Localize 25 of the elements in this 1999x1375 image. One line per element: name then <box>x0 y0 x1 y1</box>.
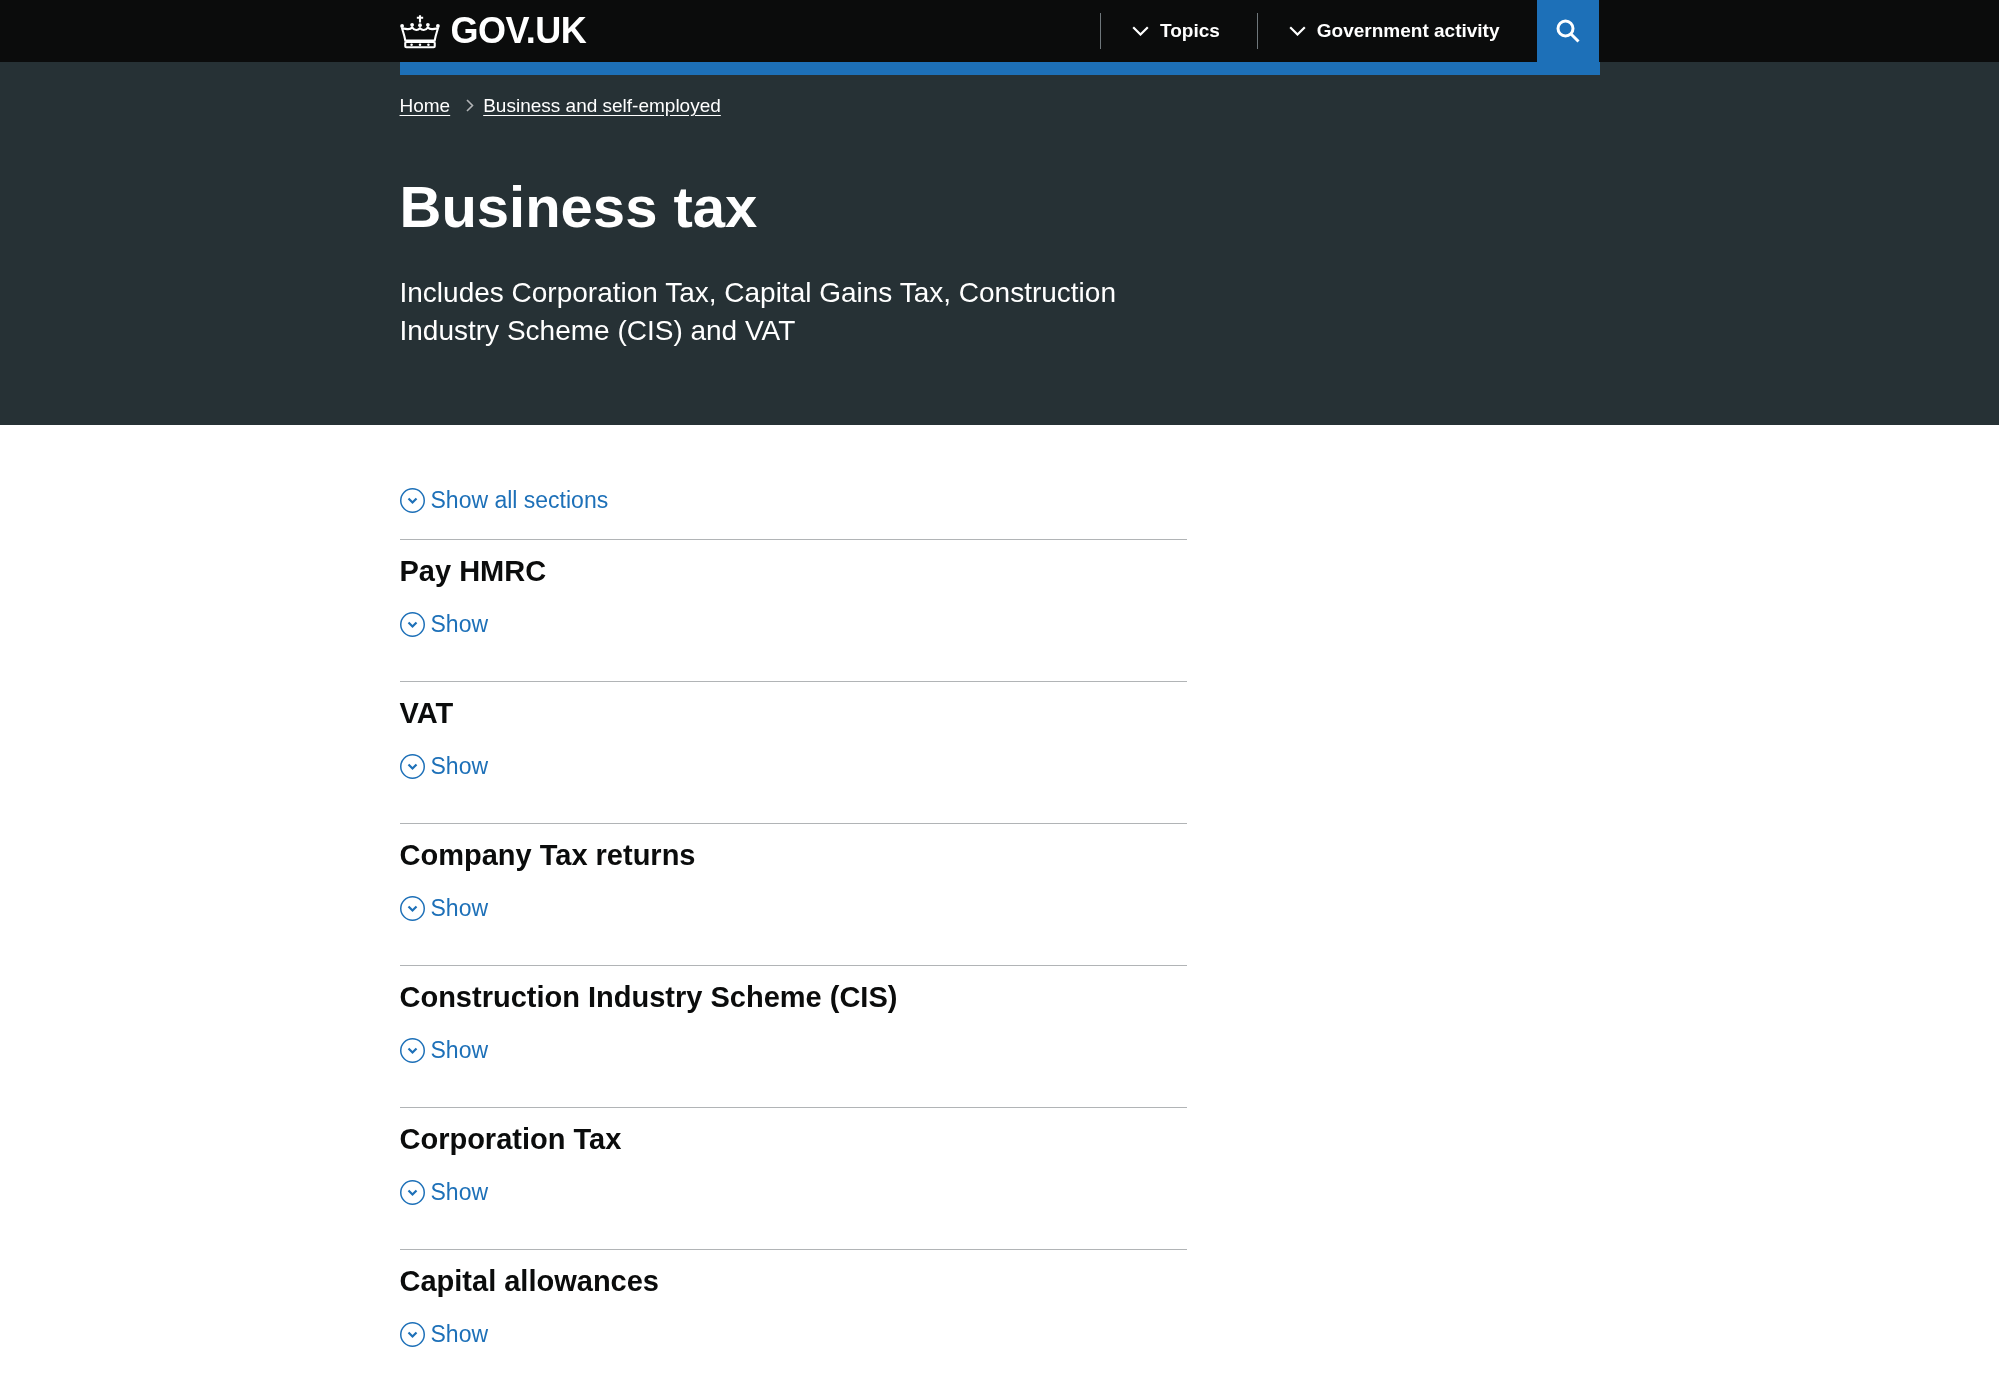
section-heading[interactable]: Construction Industry Scheme (CIS) <box>399 979 898 1015</box>
breadcrumb-link[interactable]: Home <box>399 93 451 118</box>
govuk-logo-link[interactable]: GOV.UK <box>399 11 587 51</box>
nav-menu-button[interactable]: Topics <box>1132 15 1220 47</box>
section-toggle[interactable]: Show <box>399 1319 489 1349</box>
section-toggle[interactable]: Show <box>399 893 489 923</box>
chevron-circle-icon <box>399 487 425 513</box>
section-heading[interactable]: VAT <box>399 695 454 731</box>
show-all-sections-toggle[interactable]: Show all sections <box>399 485 609 515</box>
section-heading[interactable]: Corporation Tax <box>399 1121 622 1157</box>
chevron-right-icon <box>466 99 475 112</box>
crown-icon <box>399 13 440 49</box>
breadcrumb-link[interactable]: Business and self-employed <box>483 93 721 118</box>
section-heading[interactable]: Capital allowances <box>399 1263 659 1299</box>
section-toggle[interactable]: Show <box>399 609 489 639</box>
section-heading[interactable]: Company Tax returns <box>399 837 696 873</box>
search-icon <box>1555 19 1580 43</box>
section-toggle[interactable]: Show <box>399 1177 489 1207</box>
nav-menu-button[interactable]: Government activity <box>1288 15 1500 47</box>
section-toggle[interactable]: Show <box>399 751 489 781</box>
section-toggle[interactable]: Show <box>399 1035 489 1065</box>
search-button[interactable] <box>1536 0 1599 62</box>
page-title: Business tax <box>399 175 758 239</box>
page-description: Includes Corporation Tax, Capital Gains Tax, Construction Industry Scheme (CIS) and VAT <box>399 276 1117 348</box>
section-heading[interactable]: Pay HMRC <box>399 553 547 589</box>
